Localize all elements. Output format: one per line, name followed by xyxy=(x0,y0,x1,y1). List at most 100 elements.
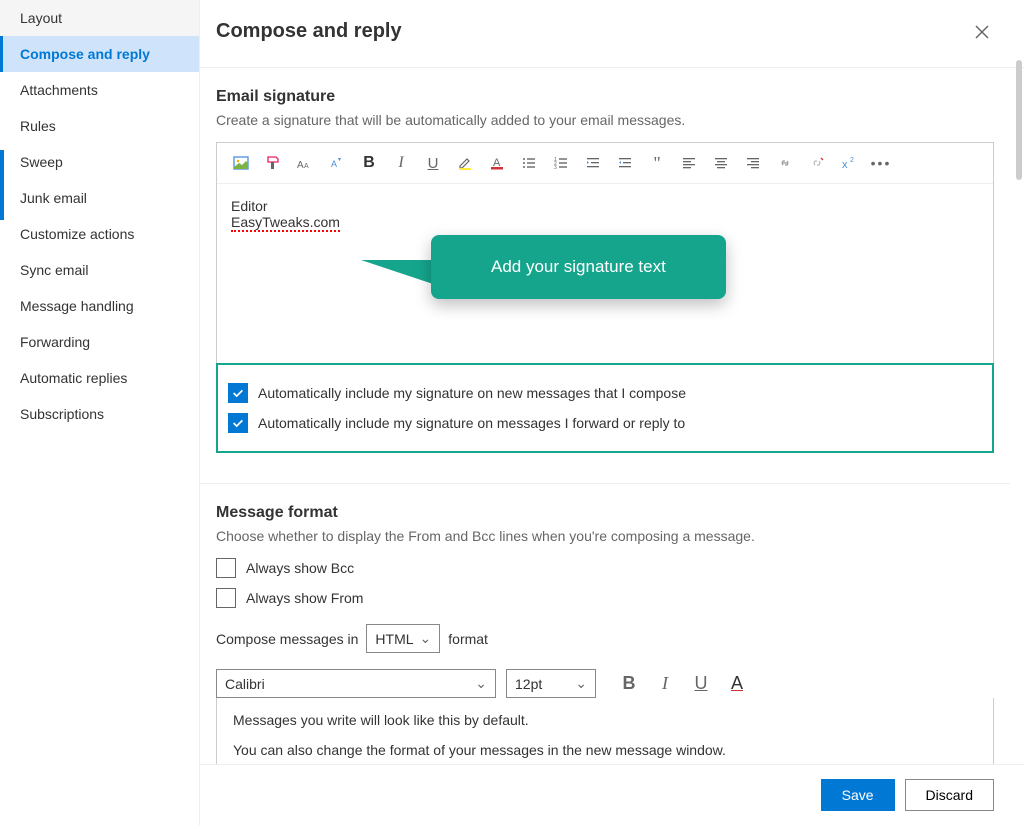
settings-sidebar: Layout Compose and reply Attachments Rul… xyxy=(0,0,200,825)
save-button[interactable]: Save xyxy=(821,779,895,811)
font-size-select[interactable]: 12pt ⌄ xyxy=(506,669,596,698)
message-format-title: Message format xyxy=(216,504,994,522)
default-italic-button[interactable]: I xyxy=(654,673,676,694)
number-list-icon: 123 xyxy=(553,155,569,171)
superscript-button[interactable]: x2 xyxy=(835,149,863,177)
font-size-value: 12pt xyxy=(515,676,542,692)
link-button[interactable] xyxy=(771,149,799,177)
svg-text:A: A xyxy=(304,163,309,170)
sidebar-accent xyxy=(0,150,4,220)
sidebar-item-sync-email[interactable]: Sync email xyxy=(0,252,199,288)
default-font-color-button[interactable]: A xyxy=(726,673,748,694)
quote-button[interactable]: " xyxy=(643,149,671,177)
checkbox-show-from-label: Always show From xyxy=(246,590,363,606)
sidebar-item-sweep[interactable]: Sweep xyxy=(0,144,199,180)
sidebar-item-customize-actions[interactable]: Customize actions xyxy=(0,216,199,252)
signature-text-line2: EasyTweaks.com xyxy=(231,214,340,232)
sidebar-item-junk-email[interactable]: Junk email xyxy=(0,180,199,216)
more-options-button[interactable]: ••• xyxy=(867,149,895,177)
unlink-icon xyxy=(809,155,825,171)
font-color-button[interactable]: A xyxy=(483,149,511,177)
sidebar-item-forwarding[interactable]: Forwarding xyxy=(0,324,199,360)
format-preview: Messages you write will look like this b… xyxy=(216,698,994,764)
indent-increase-button[interactable] xyxy=(579,149,607,177)
signature-section-desc: Create a signature that will be automati… xyxy=(216,112,994,128)
checkbox-include-reply-label: Automatically include my signature on me… xyxy=(258,415,685,431)
default-underline-button[interactable]: U xyxy=(690,673,712,694)
signature-text-line1: Editor xyxy=(231,198,979,214)
indent-decrease-button[interactable] xyxy=(611,149,639,177)
chevron-down-icon: ⌄ xyxy=(475,675,487,692)
checkbox-include-new-label: Automatically include my signature on ne… xyxy=(258,385,686,401)
align-right-button[interactable] xyxy=(739,149,767,177)
checkbox-show-bcc[interactable] xyxy=(216,558,236,578)
bullet-list-icon xyxy=(521,155,537,171)
discard-button[interactable]: Discard xyxy=(905,779,994,811)
sidebar-item-rules[interactable]: Rules xyxy=(0,108,199,144)
align-right-icon xyxy=(745,155,761,171)
italic-icon: I xyxy=(398,154,403,172)
bold-button[interactable]: B xyxy=(355,149,383,177)
ellipsis-icon: ••• xyxy=(871,155,892,171)
editor-toolbar: AA A▾ B I U A 123 " x xyxy=(217,143,993,184)
signature-options-highlight: Automatically include my signature on ne… xyxy=(216,363,994,453)
checkmark-icon xyxy=(231,416,245,430)
highlight-icon xyxy=(457,155,473,171)
preview-line2: You can also change the format of your m… xyxy=(233,742,977,758)
svg-text:x: x xyxy=(842,159,848,171)
unlink-button[interactable] xyxy=(803,149,831,177)
format-painter-icon xyxy=(265,155,281,171)
sidebar-item-attachments[interactable]: Attachments xyxy=(0,72,199,108)
section-divider xyxy=(200,483,1010,484)
insert-image-button[interactable] xyxy=(227,149,255,177)
sidebar-item-subscriptions[interactable]: Subscriptions xyxy=(0,396,199,432)
svg-text:A: A xyxy=(297,160,304,171)
page-title: Compose and reply xyxy=(216,20,402,43)
checkbox-show-from[interactable] xyxy=(216,588,236,608)
sidebar-item-compose-reply[interactable]: Compose and reply xyxy=(0,36,199,72)
italic-button[interactable]: I xyxy=(387,149,415,177)
font-color-icon: A xyxy=(489,155,505,171)
close-button[interactable] xyxy=(970,20,994,49)
sidebar-item-layout[interactable]: Layout xyxy=(0,0,199,36)
tutorial-callout: Add your signature text xyxy=(431,235,726,299)
compose-format-post-label: format xyxy=(448,631,488,647)
font-size-down-button[interactable]: A▾ xyxy=(323,149,351,177)
svg-text:▾: ▾ xyxy=(338,157,341,163)
default-bold-button[interactable]: B xyxy=(618,673,640,694)
link-icon xyxy=(777,155,793,171)
checkbox-include-new[interactable] xyxy=(228,383,248,403)
message-format-desc: Choose whether to display the From and B… xyxy=(216,528,994,544)
chevron-down-icon: ⌄ xyxy=(420,630,432,647)
dialog-footer: Save Discard xyxy=(200,764,1024,825)
checkbox-include-reply[interactable] xyxy=(228,413,248,433)
compose-format-value: HTML xyxy=(375,631,413,647)
preview-line1: Messages you write will look like this b… xyxy=(233,712,977,728)
highlight-button[interactable] xyxy=(451,149,479,177)
font-family-value: Calibri xyxy=(225,676,265,692)
svg-text:2: 2 xyxy=(850,157,854,164)
format-painter-button[interactable] xyxy=(259,149,287,177)
underline-icon: U xyxy=(428,155,439,172)
sidebar-item-message-handling[interactable]: Message handling xyxy=(0,288,199,324)
underline-button[interactable]: U xyxy=(419,149,447,177)
bullet-list-button[interactable] xyxy=(515,149,543,177)
scrollbar-thumb[interactable] xyxy=(1016,60,1022,180)
bold-icon: B xyxy=(363,154,375,172)
align-left-button[interactable] xyxy=(675,149,703,177)
checkmark-icon xyxy=(231,386,245,400)
number-list-button[interactable]: 123 xyxy=(547,149,575,177)
sidebar-item-automatic-replies[interactable]: Automatic replies xyxy=(0,360,199,396)
align-center-icon xyxy=(713,155,729,171)
font-size-button[interactable]: AA xyxy=(291,149,319,177)
svg-text:3: 3 xyxy=(554,165,557,171)
superscript-icon: x2 xyxy=(841,155,857,171)
compose-format-pre-label: Compose messages in xyxy=(216,631,358,647)
compose-format-select[interactable]: HTML ⌄ xyxy=(366,624,440,653)
indent-decrease-icon xyxy=(617,155,633,171)
quote-icon: " xyxy=(653,153,660,174)
align-center-button[interactable] xyxy=(707,149,735,177)
svg-text:A: A xyxy=(331,159,337,169)
font-family-select[interactable]: Calibri ⌄ xyxy=(216,669,496,698)
chevron-down-icon: ⌄ xyxy=(575,675,587,692)
